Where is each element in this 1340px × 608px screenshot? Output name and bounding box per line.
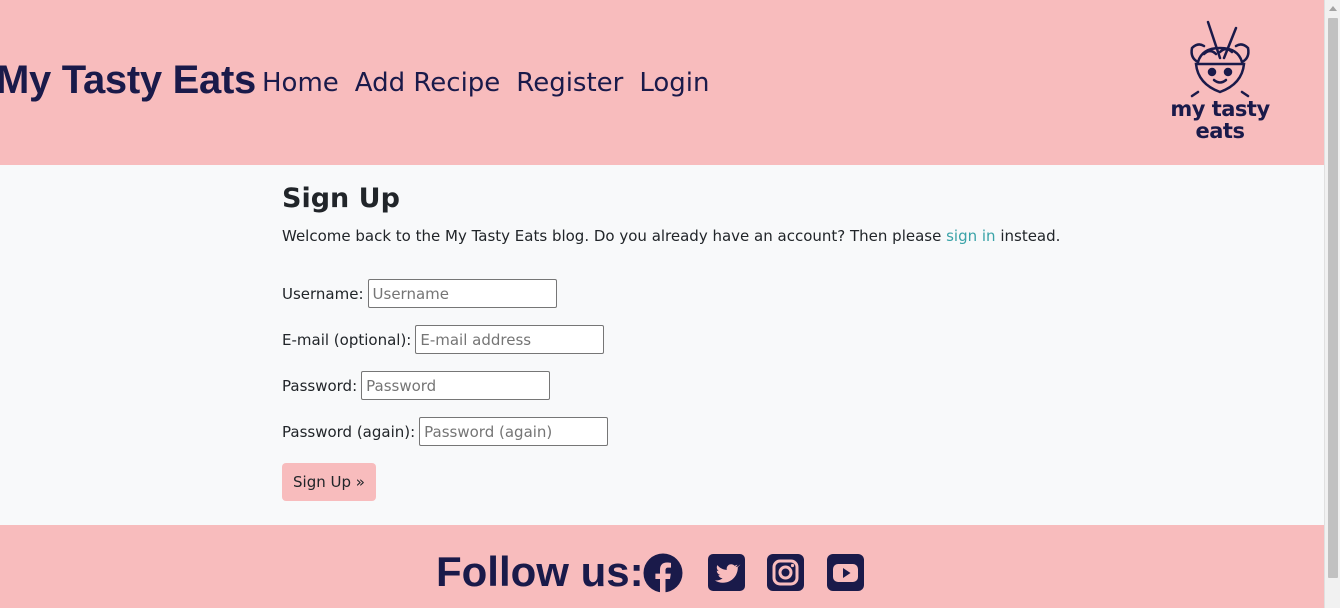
- logo-wordmark: my tasty eats: [1170, 97, 1270, 143]
- signup-section: Sign Up Welcome back to the My Tasty Eat…: [282, 180, 1061, 501]
- scrollbar-thumb[interactable]: [1328, 18, 1338, 578]
- nav-register[interactable]: Register: [516, 68, 623, 98]
- intro-text: Welcome back to the My Tasty Eats blog. …: [282, 227, 1061, 245]
- main-nav: Home Add Recipe Register Login: [262, 68, 726, 98]
- password-input[interactable]: [361, 371, 551, 400]
- nav-login[interactable]: Login: [639, 68, 709, 98]
- email-label: E-mail (optional):: [282, 330, 412, 349]
- sign-in-link[interactable]: sign in: [946, 227, 995, 245]
- site-footer: Follow us:: [0, 525, 1324, 608]
- facebook-icon[interactable]: [643, 553, 683, 593]
- username-input[interactable]: [367, 279, 557, 308]
- username-row: Username:: [282, 279, 557, 308]
- email-input[interactable]: [415, 325, 605, 354]
- site-brand[interactable]: My Tasty Eats: [0, 58, 256, 103]
- site-logo[interactable]: my tasty eats: [1158, 18, 1282, 146]
- password-again-input[interactable]: [419, 417, 609, 446]
- follow-us-text: Follow us:: [436, 548, 644, 595]
- username-label: Username:: [282, 284, 364, 303]
- password-label: Password:: [282, 376, 358, 395]
- instagram-icon[interactable]: [766, 553, 806, 593]
- password-again-row: Password (again):: [282, 417, 609, 446]
- page-title: Sign Up: [282, 183, 400, 214]
- vertical-scrollbar[interactable]: [1324, 0, 1340, 608]
- password-again-label: Password (again):: [282, 422, 416, 441]
- nav-add-recipe[interactable]: Add Recipe: [355, 68, 501, 98]
- email-row: E-mail (optional):: [282, 325, 605, 354]
- sign-up-button[interactable]: Sign Up »: [282, 463, 376, 501]
- nav-home[interactable]: Home: [262, 68, 339, 98]
- noodle-bowl-mascot-icon: [1190, 20, 1250, 98]
- twitter-icon[interactable]: [707, 553, 747, 593]
- scroll-up-arrow-icon[interactable]: [1329, 6, 1337, 11]
- password-row: Password:: [282, 371, 551, 400]
- youtube-icon[interactable]: [826, 553, 866, 593]
- site-header: My Tasty Eats Home Add Recipe Register L…: [0, 0, 1324, 165]
